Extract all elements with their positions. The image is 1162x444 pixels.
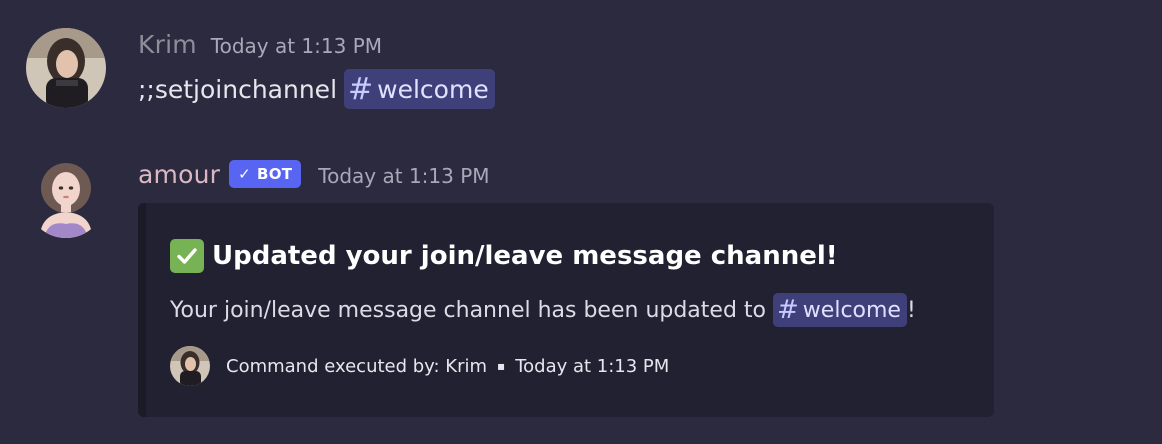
username[interactable]: amour	[138, 160, 220, 189]
message-content: ;;setjoinchannel # welcome	[138, 69, 495, 109]
embed-description-suffix: !	[906, 297, 916, 323]
message-header: amour ✓ BOT Today at 1:13 PM	[138, 160, 490, 192]
embed-title: Updated your join/leave message channel!	[170, 239, 838, 273]
username[interactable]: Krim	[138, 30, 197, 59]
footer-timestamp: Today at 1:13 PM	[515, 355, 670, 377]
timestamp: Today at 1:13 PM	[318, 164, 490, 188]
embed-description-text: Your join/leave message channel has been…	[170, 297, 766, 323]
embed-footer: Command executed by: Krim ▪ Today at 1:1…	[170, 346, 669, 386]
amour-avatar[interactable]	[26, 158, 106, 238]
hash-icon: #	[348, 71, 374, 107]
bot-badge: ✓ BOT	[229, 160, 302, 188]
embed-title-text: Updated your join/leave message channel!	[212, 241, 838, 271]
embed: Updated your join/leave message channel!…	[138, 203, 994, 417]
embed-accent-bar	[138, 203, 146, 417]
footer-separator: ▪	[497, 359, 506, 373]
command-text: ;;setjoinchannel	[138, 74, 338, 104]
mention-label: welcome	[377, 74, 489, 104]
timestamp: Today at 1:13 PM	[210, 34, 383, 58]
bot-badge-label: BOT	[256, 165, 293, 183]
krim-avatar[interactable]	[26, 28, 106, 108]
check-mark-icon	[170, 239, 204, 273]
message-header: Krim Today at 1:13 PM	[138, 30, 382, 59]
hash-icon: #	[777, 295, 799, 325]
embed-description: Your join/leave message channel has been…	[170, 293, 916, 327]
channel-mention[interactable]: # welcome	[773, 293, 907, 327]
mention-label: welcome	[802, 297, 901, 323]
channel-mention[interactable]: # welcome	[344, 69, 495, 109]
footer-text: Command executed by: Krim	[226, 355, 488, 377]
verified-check-icon: ✓	[238, 165, 251, 183]
footer-avatar	[170, 346, 210, 386]
